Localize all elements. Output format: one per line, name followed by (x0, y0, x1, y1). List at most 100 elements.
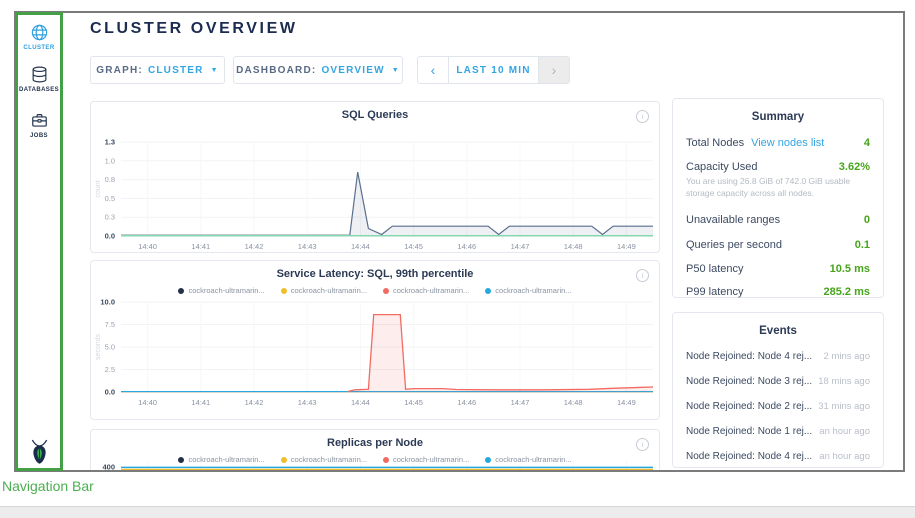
svg-text:7.5: 7.5 (105, 320, 115, 329)
event-row: Node Rejoined: Node 2 rej... 31 mins ago (686, 401, 870, 412)
event-text: Node Rejoined: Node 3 rej... (686, 376, 812, 387)
time-range-next-button[interactable]: › (538, 57, 569, 83)
legend-dot-icon (281, 457, 287, 463)
graph-dropdown[interactable]: GRAPH: CLUSTER ▼ (90, 56, 225, 84)
sidebar-item-databases[interactable]: DATABASES (16, 65, 62, 93)
app-window: CLUSTER DATABASES JOBS (14, 11, 905, 472)
navigation-bar: CLUSTER DATABASES JOBS (16, 13, 62, 470)
event-row: Node Rejoined: Node 1 rej... an hour ago (686, 426, 870, 437)
event-time: an hour ago (813, 426, 870, 437)
legend-item[interactable]: cockroach-ultramarin... (178, 455, 264, 464)
graph-dropdown-value: CLUSTER (148, 65, 204, 76)
svg-text:14:40: 14:40 (138, 398, 157, 407)
summary-label: P50 latency (686, 263, 743, 275)
events-panel: Events Node Rejoined: Node 4 rej... 2 mi… (672, 312, 884, 468)
legend-dot-icon (383, 288, 389, 294)
summary-label: Queries per second (686, 239, 782, 251)
legend-item[interactable]: cockroach-ultramarin... (178, 286, 264, 295)
summary-description: You are using 26.8 GiB of 742.0 GiB usab… (686, 176, 870, 200)
event-time: 18 mins ago (812, 376, 870, 387)
svg-text:14:41: 14:41 (191, 242, 210, 251)
svg-text:14:49: 14:49 (617, 398, 636, 407)
svg-text:1.0: 1.0 (105, 156, 115, 165)
event-text: Node Rejoined: Node 4 rej... (686, 451, 812, 462)
chart-plot: 1.31.00.80.50.30.014:4014:4114:4214:4314… (91, 102, 659, 252)
sidebar-item-jobs[interactable]: JOBS (16, 111, 62, 139)
svg-text:14:44: 14:44 (351, 242, 370, 251)
svg-text:5.0: 5.0 (105, 343, 115, 352)
time-range-label[interactable]: LAST 10 MIN (449, 57, 538, 83)
summary-label: Capacity Used (686, 161, 758, 173)
summary-label: Unavailable ranges (686, 214, 780, 226)
info-icon[interactable]: i (636, 110, 649, 123)
chart-service-latency: Service Latency: SQL, 99th percentile i … (90, 260, 660, 420)
svg-text:14:45: 14:45 (404, 242, 423, 251)
summary-value: 4 (858, 137, 870, 149)
svg-text:14:45: 14:45 (404, 398, 423, 407)
legend-item[interactable]: cockroach-ultramarin... (281, 455, 367, 464)
info-icon[interactable]: i (636, 269, 649, 282)
main-content: CLUSTER OVERVIEW GRAPH: CLUSTER ▼ DASHBO… (62, 13, 903, 470)
summary-panel: Summary Total Nodes View nodes list 4 Ca… (672, 98, 884, 298)
svg-text:14:46: 14:46 (457, 398, 476, 407)
time-range-selector: ‹ LAST 10 MIN › (417, 56, 570, 84)
legend-item[interactable]: cockroach-ultramarin... (485, 455, 571, 464)
svg-text:0.5: 0.5 (105, 194, 115, 203)
time-range-prev-button[interactable]: ‹ (418, 57, 449, 83)
svg-text:14:40: 14:40 (138, 242, 157, 251)
svg-text:2.5: 2.5 (105, 365, 115, 374)
chart-title: Service Latency: SQL, 99th percentile (91, 268, 659, 280)
svg-text:0.0: 0.0 (105, 232, 115, 241)
summary-value: 10.5 ms (824, 263, 870, 275)
legend-dot-icon (485, 288, 491, 294)
legend-item[interactable]: cockroach-ultramarin... (383, 455, 469, 464)
svg-text:seconds: seconds (95, 333, 102, 360)
view-nodes-link[interactable]: View nodes list (751, 137, 824, 149)
chart-replicas-per-node: Replicas per Node i cockroach-ultramarin… (90, 429, 660, 472)
chart-legend: cockroach-ultramarin... cockroach-ultrama… (91, 455, 659, 464)
info-icon[interactable]: i (636, 438, 649, 451)
event-text: Node Rejoined: Node 4 rej... (686, 351, 812, 362)
sidebar-item-cluster[interactable]: CLUSTER (16, 23, 62, 51)
event-time: 31 mins ago (812, 401, 870, 412)
legend-item[interactable]: cockroach-ultramarin... (485, 286, 571, 295)
event-text: Node Rejoined: Node 1 rej... (686, 426, 812, 437)
events-title: Events (686, 325, 870, 337)
charts-column: SQL Queries i 1.31.00.80.50.30.014:4014:… (90, 101, 660, 472)
svg-text:14:48: 14:48 (564, 398, 583, 407)
svg-text:14:43: 14:43 (298, 242, 317, 251)
summary-row-unavailable-ranges: Unavailable ranges 0 (686, 214, 870, 226)
annotation-label: Navigation Bar (2, 478, 94, 494)
chart-sql-queries: SQL Queries i 1.31.00.80.50.30.014:4014:… (90, 101, 660, 253)
svg-text:14:44: 14:44 (351, 398, 370, 407)
summary-title: Summary (686, 111, 870, 123)
legend-dot-icon (383, 457, 389, 463)
svg-text:0.3: 0.3 (105, 213, 115, 222)
right-column: Summary Total Nodes View nodes list 4 Ca… (672, 98, 884, 468)
svg-text:10.0: 10.0 (100, 298, 115, 307)
summary-label: Total Nodes (686, 137, 744, 149)
summary-row-p50: P50 latency 10.5 ms (686, 263, 870, 275)
legend-item[interactable]: cockroach-ultramarin... (281, 286, 367, 295)
chart-title: Replicas per Node (91, 437, 659, 449)
svg-text:14:47: 14:47 (511, 242, 530, 251)
summary-row-qps: Queries per second 0.1 (686, 239, 870, 251)
svg-text:14:41: 14:41 (191, 398, 210, 407)
sidebar-item-label: DATABASES (19, 87, 59, 93)
event-time: an hour ago (813, 451, 870, 462)
sidebar-item-label: CLUSTER (23, 45, 54, 51)
svg-text:count: count (95, 180, 102, 197)
legend-dot-icon (485, 457, 491, 463)
databases-icon (30, 65, 49, 84)
jobs-briefcase-icon (30, 111, 49, 130)
dashboard-dropdown[interactable]: DASHBOARD: OVERVIEW ▼ (233, 56, 403, 84)
legend-dot-icon (178, 457, 184, 463)
legend-item[interactable]: cockroach-ultramarin... (383, 286, 469, 295)
event-text: Node Rejoined: Node 2 rej... (686, 401, 812, 412)
event-row: Node Rejoined: Node 3 rej... 18 mins ago (686, 376, 870, 387)
graph-dropdown-label: GRAPH: (96, 65, 143, 76)
summary-label: P99 latency (686, 286, 743, 298)
legend-dot-icon (281, 288, 287, 294)
summary-row-total-nodes: Total Nodes View nodes list 4 (686, 137, 870, 149)
svg-text:14:49: 14:49 (617, 242, 636, 251)
